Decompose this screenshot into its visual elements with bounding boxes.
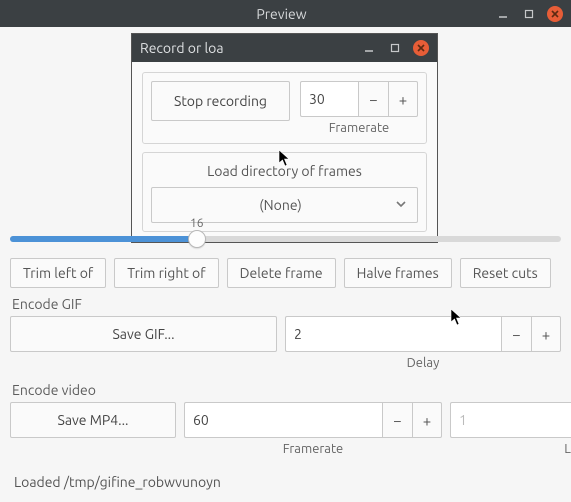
close-icon[interactable] xyxy=(547,6,563,22)
frame-slider[interactable]: 16 xyxy=(10,222,561,250)
slider-fill xyxy=(10,236,196,242)
preview-stage: Record or loa Stop recording xyxy=(0,27,571,218)
gif-delay-spin[interactable]: − + xyxy=(285,316,561,352)
minimize-icon[interactable] xyxy=(495,6,511,22)
gif-delay-plus[interactable]: + xyxy=(531,316,561,352)
gif-delay-label: Delay xyxy=(407,356,440,370)
record-framerate-minus[interactable]: − xyxy=(358,81,388,117)
maximize-icon[interactable] xyxy=(521,6,537,22)
trim-toolbar: Trim left of Trim right of Delete frame … xyxy=(0,252,571,292)
encode-gif-section: Encode GIF Save GIF... − + Delay xyxy=(0,292,571,378)
reset-cuts-button[interactable]: Reset cuts xyxy=(460,258,551,288)
main-title: Preview xyxy=(68,6,495,22)
video-framerate-label: Framerate xyxy=(283,442,343,456)
inner-maximize-icon[interactable] xyxy=(387,40,403,56)
record-title: Record or loa xyxy=(140,40,361,56)
record-framerate-plus[interactable]: + xyxy=(388,81,418,117)
video-framerate-input[interactable] xyxy=(184,402,382,438)
save-gif-button[interactable]: Save GIF... xyxy=(10,316,277,352)
chevron-down-icon xyxy=(395,197,407,213)
status-bar: Loaded /tmp/gifine_robwvunoyn xyxy=(0,464,571,502)
save-mp4-button[interactable]: Save MP4... xyxy=(10,402,176,438)
encode-gif-label: Encode GIF xyxy=(12,296,561,312)
encode-video-label: Encode video xyxy=(12,382,561,398)
load-dir-value: (None) xyxy=(166,197,395,213)
video-loop-spin[interactable]: − + xyxy=(450,402,571,438)
delete-frame-button[interactable]: Delete frame xyxy=(227,258,336,288)
load-dir-label: Load directory of frames xyxy=(151,161,418,187)
slider-thumb[interactable] xyxy=(188,230,206,248)
stop-recording-button[interactable]: Stop recording xyxy=(151,81,290,121)
halve-frames-button[interactable]: Halve frames xyxy=(344,258,452,288)
record-framerate-label: Framerate xyxy=(329,121,389,135)
video-loop-input[interactable] xyxy=(450,402,571,438)
main-titlebar: Preview xyxy=(0,0,571,27)
video-framerate-plus[interactable]: + xyxy=(412,402,442,438)
inner-close-icon[interactable] xyxy=(413,40,429,56)
inner-minimize-icon[interactable] xyxy=(361,40,377,56)
record-titlebar: Record or loa xyxy=(132,34,437,62)
video-framerate-spin[interactable]: − + xyxy=(184,402,442,438)
gif-delay-minus[interactable]: − xyxy=(501,316,531,352)
record-framerate-input[interactable] xyxy=(300,81,358,117)
gif-delay-input[interactable] xyxy=(285,316,501,352)
trim-left-button[interactable]: Trim left of xyxy=(10,258,106,288)
record-framerate-spin[interactable]: − + xyxy=(300,81,418,117)
record-window: Record or loa Stop recording xyxy=(131,33,438,243)
trim-right-button[interactable]: Trim right of xyxy=(114,258,218,288)
slider-value: 16 xyxy=(190,217,204,230)
video-framerate-minus[interactable]: − xyxy=(382,402,412,438)
video-loop-label: Loop xyxy=(564,442,571,456)
encode-video-section: Encode video Save MP4... − + Framerate − xyxy=(0,378,571,464)
main-window: Preview Record or loa xyxy=(0,0,571,502)
